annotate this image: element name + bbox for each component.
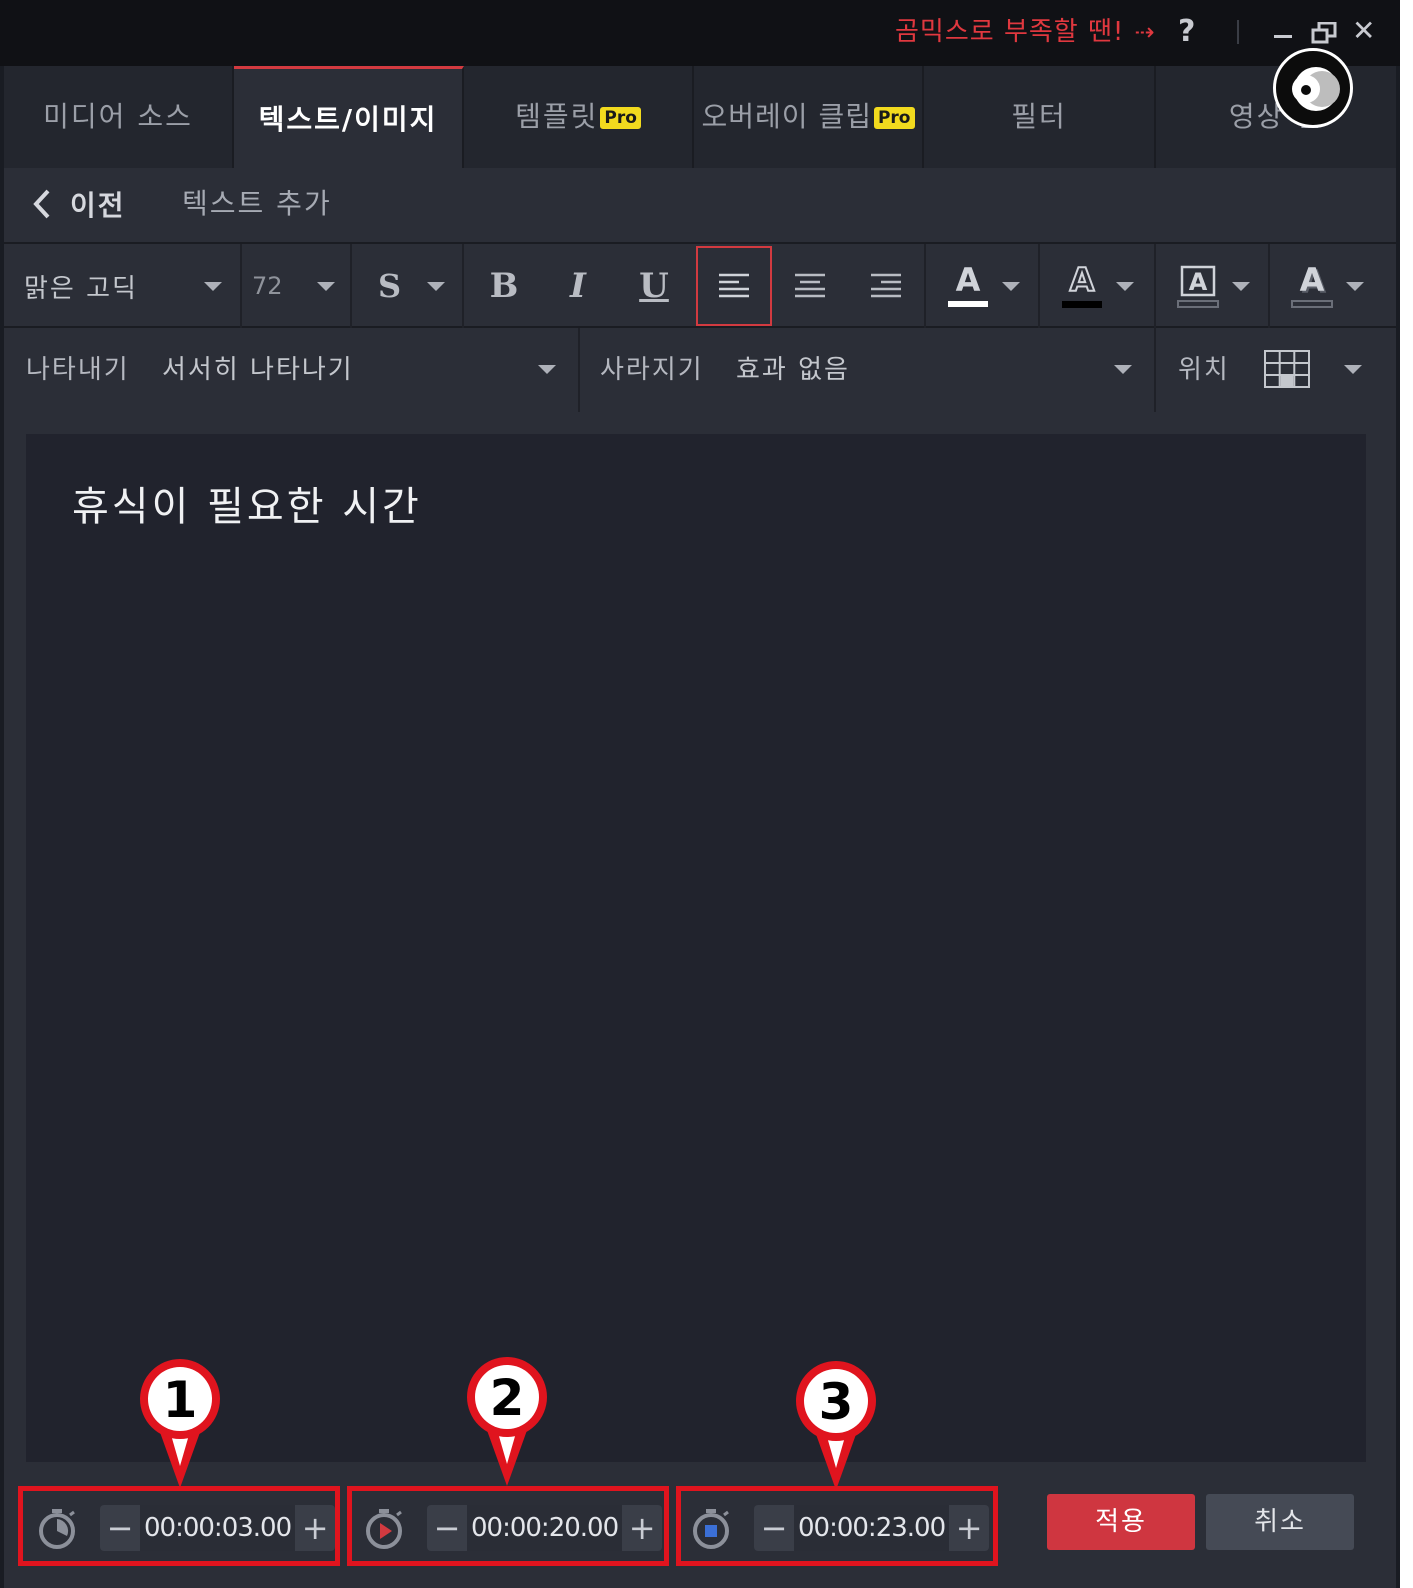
tab-media-source[interactable]: 미디어 소스 [4,66,234,168]
position-grid-icon[interactable] [1264,350,1310,388]
minimize-button[interactable] [1274,35,1292,38]
shadow-icon: S [378,267,402,305]
eye-logo-icon [1273,48,1353,128]
effects-row: 나타내기 서서히 나타나기 사라지기 효과 없음 위치 [4,328,1396,412]
svg-text:A: A [956,261,981,299]
dashed-arrow-icon: ⇢ [1134,18,1156,46]
font-size-select[interactable]: 72 [242,244,352,328]
chevron-left-icon [33,189,50,219]
back-button[interactable]: 이전 [32,184,126,224]
shadow-color-icon: A A [1291,261,1333,308]
title-bar: 곰믹스로 부족할 땐! ⇢ ? ✕ [0,0,1400,66]
shadow-color-select[interactable]: A A [1270,244,1396,328]
text-color-select[interactable]: A [924,244,1040,328]
callout-marker-1: 1 [140,1359,220,1488]
tab-text-image[interactable]: 텍스트/이미지 [234,66,464,168]
align-center-icon [795,273,825,298]
titlebar-divider [1237,20,1239,44]
page-title: 텍스트 추가 [182,187,332,220]
tab-label: 미디어 소스 [43,100,193,133]
help-button[interactable]: ? [1178,14,1195,49]
close-button[interactable]: ✕ [1352,14,1375,47]
promo-link[interactable]: 곰믹스로 부족할 땐! ⇢ [895,14,1155,50]
callout-marker-2: 2 [467,1357,547,1486]
svg-text:A: A [1070,261,1095,299]
callout-number: 1 [163,1371,198,1429]
appear-select[interactable]: 서서히 나타나기 [162,328,354,412]
shadow-select[interactable]: S [352,244,464,328]
chevron-down-icon[interactable] [1114,365,1132,374]
svg-text:A: A [1300,261,1325,299]
promo-text: 곰믹스로 부족할 땐! [895,17,1125,47]
tab-overlay-clip[interactable]: 오버레이 클립 Pro [694,66,924,168]
bold-button[interactable]: B [466,244,542,328]
callout-marker-3: 3 [796,1361,876,1490]
italic-button[interactable]: I [540,244,616,328]
chevron-down-icon [1232,281,1250,291]
align-right-button[interactable] [848,244,924,328]
background-color-icon: A [1177,265,1219,308]
font-family-select[interactable]: 맑은 고딕 [4,244,242,328]
text-editor[interactable]: 휴식이 필요한 시간 [26,434,1366,1462]
pro-badge: Pro [600,107,641,129]
tab-label: 템플릿 [515,100,599,133]
svg-text:A: A [1189,268,1208,296]
tab-label: 텍스트/이미지 [258,103,438,136]
tab-template[interactable]: 템플릿 Pro [464,66,694,168]
highlight-box-1 [18,1486,340,1566]
editor-text[interactable]: 휴식이 필요한 시간 [72,474,422,532]
format-toolbar: 맑은 고딕 72 S B I U A A A A A [4,244,1396,328]
align-center-button[interactable] [772,244,848,328]
chevron-down-icon [427,281,446,291]
restore-icon[interactable] [1311,22,1337,44]
apply-button[interactable]: 적용 [1047,1494,1195,1550]
align-right-icon [871,273,901,298]
divider [1154,328,1156,412]
pro-badge: Pro [873,107,915,129]
tab-label: 오버레이 클립 [701,100,872,133]
chevron-down-icon [203,281,222,291]
back-label: 이전 [70,189,126,222]
main-tabs: 미디어 소스 텍스트/이미지 템플릿 Pro 오버레이 클립 Pro 필터 영상 전 [4,66,1396,168]
underline-button[interactable]: U [616,244,692,328]
disappear-label: 사라지기 [600,355,704,385]
app-window: 곰믹스로 부족할 땐! ⇢ ? ✕ 미디어 소스 텍스트/이미지 템플릿 Pro 오… [0,0,1400,1588]
callout-number: 2 [490,1369,525,1427]
outline-color-icon: A [1062,261,1102,308]
highlight-box-3 [676,1486,998,1566]
outline-color-select[interactable]: A [1040,244,1156,328]
chevron-down-icon [1002,281,1020,291]
text-color-icon: A [948,261,988,307]
editor-panel: 휴식이 필요한 시간 [4,412,1396,1484]
cancel-button[interactable]: 취소 [1206,1494,1354,1550]
sub-header: 이전 텍스트 추가 [4,168,1396,244]
chevron-down-icon[interactable] [1344,365,1362,374]
font-size-value: 72 [252,272,283,300]
chevron-down-icon[interactable] [538,365,556,374]
divider [578,328,580,412]
background-color-select[interactable]: A [1156,244,1270,328]
highlight-box-2 [347,1486,669,1566]
appear-label: 나타내기 [26,355,130,385]
chevron-down-icon [316,281,335,291]
disappear-select[interactable]: 효과 없음 [736,328,850,412]
callout-number: 3 [819,1373,854,1431]
align-left-button[interactable] [696,246,772,326]
tab-label: 필터 [1011,100,1067,133]
chevron-down-icon [1346,281,1364,291]
font-family-value: 맑은 고딕 [24,273,138,304]
chevron-down-icon [1116,281,1134,291]
align-left-icon [719,273,749,298]
tab-filter[interactable]: 필터 [924,66,1156,168]
position-label: 위치 [1178,355,1230,385]
